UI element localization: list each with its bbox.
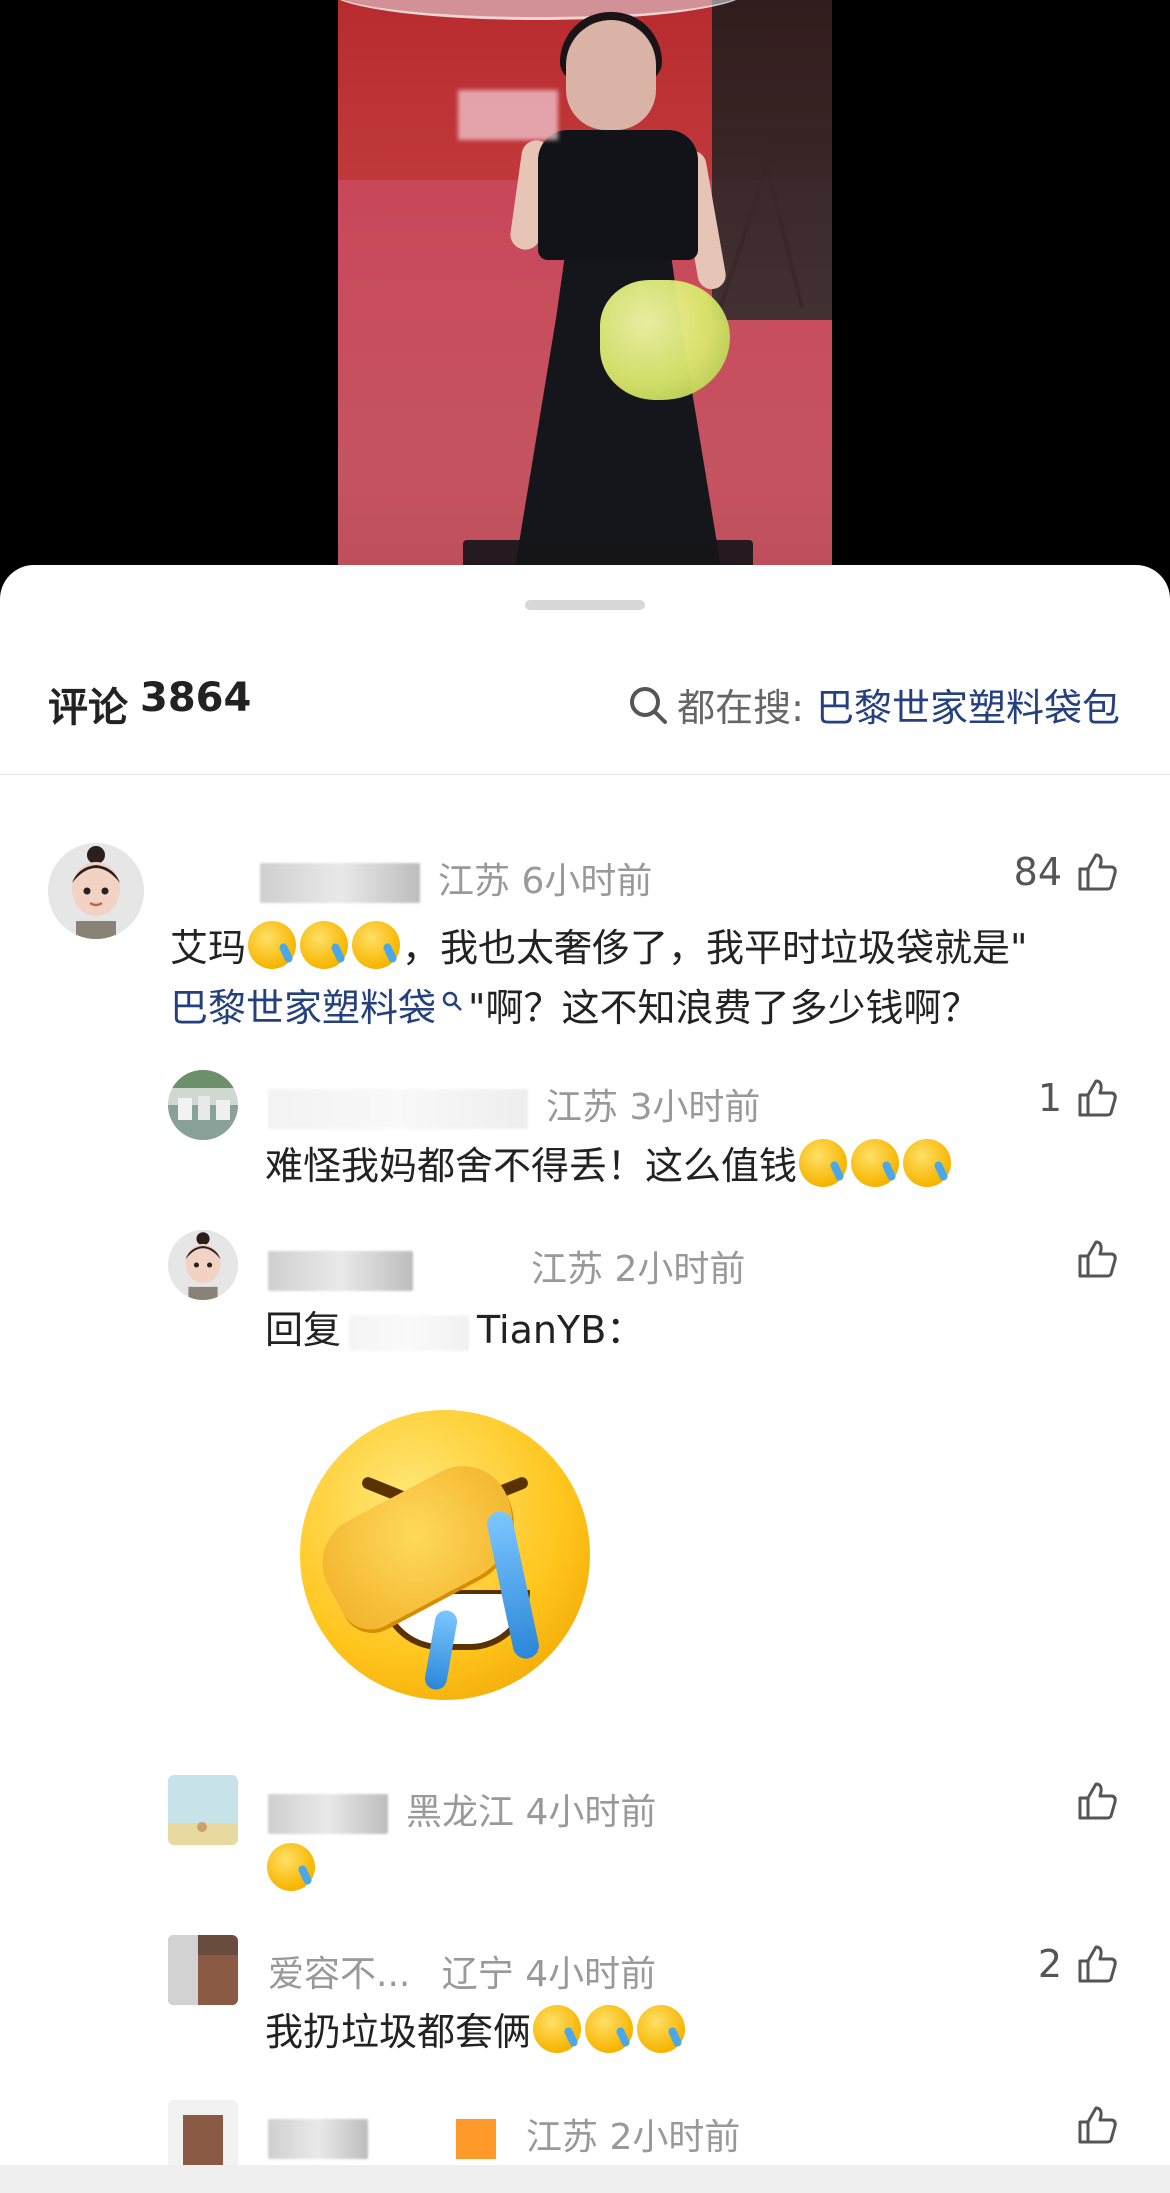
comment-location: 辽宁 <box>441 1954 514 1995</box>
comment-location: 黑龙江 <box>406 1792 515 1833</box>
badge-icon <box>456 2119 496 2159</box>
comment-time: 6小时前 <box>521 861 653 902</box>
search-link-text[interactable]: 巴黎世家塑料袋 <box>170 986 436 1030</box>
bottom-input-bar[interactable] <box>0 2165 1170 2193</box>
thumbs-up-icon <box>1078 1945 1117 1983</box>
comment-text-part: "啊？这不知浪费了多少钱啊？ <box>468 986 980 1030</box>
blurred-username <box>268 1089 528 1129</box>
like-button[interactable] <box>1076 2104 1118 2146</box>
comment-meta: 江苏 3小时前 <box>268 1078 760 1130</box>
comment-meta: 江苏 6小时前 <box>260 852 652 904</box>
blurred-username <box>260 863 420 903</box>
comment-label: 评论 <box>48 685 128 731</box>
dress-bodice <box>538 130 698 260</box>
comment-location: 江苏 <box>531 1249 604 1290</box>
comment-number: 3864 <box>140 675 252 721</box>
search-icon <box>630 686 668 724</box>
face <box>566 20 656 130</box>
comment-username[interactable]: 爱容不... <box>268 1954 410 1995</box>
video-frame[interactable] <box>338 0 832 600</box>
avatar-image <box>168 1230 238 1300</box>
comment-time: 2小时前 <box>614 1249 746 1290</box>
crying-laughing-emoji <box>267 1843 315 1891</box>
blurred-username <box>268 2119 368 2159</box>
like-button[interactable]: 84 <box>1014 850 1118 894</box>
crying-laughing-emoji <box>903 1139 952 1187</box>
crying-laughing-emoji <box>851 1139 900 1187</box>
comment-text: 我扔垃圾都套俩 <box>265 2002 687 2062</box>
drag-handle[interactable] <box>525 600 645 610</box>
comment-text: 难怪我妈都舍不得丢！这么值钱 <box>265 1136 953 1196</box>
comment-text <box>265 1840 317 1900</box>
comment-text: 艾玛 ，我也太奢侈了，我平时垃圾袋就是" 巴黎世家塑料袋 "啊？这不知浪费了多少钱啊… <box>170 918 1130 1038</box>
hot-search-term[interactable]: 巴黎世家塑料袋包 <box>816 677 1120 732</box>
blurred-username <box>349 1314 470 1351</box>
avatar-image <box>168 1775 238 1845</box>
avatar[interactable] <box>168 1775 238 1845</box>
crying-laughing-emoji <box>799 1139 848 1187</box>
video-player[interactable] <box>0 0 1170 600</box>
comment-time: 2小时前 <box>609 2117 741 2158</box>
thumbs-up-icon <box>1078 853 1117 891</box>
camera-equipment <box>712 0 832 320</box>
blurred-watermark <box>458 90 558 140</box>
comment-time: 4小时前 <box>525 1792 657 1833</box>
comment-header: 评论 3864 都在搜: 巴黎世家塑料袋包 <box>0 655 1170 775</box>
thumbs-up-icon <box>1078 2106 1117 2144</box>
like-count: 84 <box>1013 850 1062 894</box>
crying-laughing-emoji <box>300 921 349 969</box>
tripod-leg <box>763 161 805 309</box>
thumbs-up-icon <box>1078 1240 1117 1278</box>
search-icon <box>442 991 462 1011</box>
avatar[interactable] <box>168 1230 238 1300</box>
sticker-crying-laughing[interactable] <box>300 1410 590 1700</box>
comment-meta: 黑龙江 4小时前 <box>268 1783 656 1835</box>
like-count: 2 <box>1037 1942 1062 1986</box>
avatar[interactable] <box>48 843 144 939</box>
reply-prefix: 回复 <box>265 1308 342 1352</box>
hot-search-label: 都在搜: <box>677 686 804 730</box>
avatar[interactable] <box>168 1070 238 1140</box>
thumbs-up-icon <box>1078 1079 1117 1117</box>
tripod-leg <box>718 163 770 307</box>
crying-laughing-emoji <box>585 2005 634 2053</box>
like-count: 1 <box>1037 1076 1062 1120</box>
avatar-image <box>168 2100 238 2170</box>
avatar-image <box>48 843 144 939</box>
comment-meta: 江苏 2小时前 <box>268 1240 745 1292</box>
comment-time: 4小时前 <box>525 1954 657 1995</box>
avatar[interactable] <box>168 2100 238 2170</box>
reply-target[interactable]: TianYB： <box>477 1308 644 1352</box>
comment-location: 江苏 <box>526 2117 599 2158</box>
comment-text-part: 我扔垃圾都套俩 <box>265 2010 532 2054</box>
comment-text-part: ，我也太奢侈了，我平时垃圾袋就是" <box>402 926 1028 970</box>
comment-location: 江苏 <box>546 1087 619 1128</box>
avatar-image <box>168 1070 238 1140</box>
comment-meta: 江苏 2小时前 <box>268 2108 740 2160</box>
comment-meta: 爱容不... 辽宁 4小时前 <box>268 1945 656 1997</box>
like-button[interactable]: 1 <box>1038 1076 1118 1120</box>
hot-search[interactable]: 都在搜: 巴黎世家塑料袋包 <box>627 677 1120 732</box>
blurred-username <box>268 1251 413 1291</box>
like-button[interactable]: 2 <box>1038 1942 1118 1986</box>
crying-laughing-emoji <box>248 921 297 969</box>
like-button[interactable] <box>1076 1780 1118 1822</box>
avatar-image <box>168 1935 238 2005</box>
like-button[interactable] <box>1076 1238 1118 1280</box>
avatar[interactable] <box>168 1935 238 2005</box>
crying-laughing-emoji <box>533 2005 582 2053</box>
comment-count: 评论 3864 <box>48 675 251 733</box>
comment-location: 江苏 <box>438 861 511 902</box>
comment-time: 3小时前 <box>629 1087 761 1128</box>
blurred-username <box>268 1794 388 1834</box>
comment-text-part: 难怪我妈都舍不得丢！这么值钱 <box>265 1144 798 1188</box>
crying-laughing-emoji <box>637 2005 686 2053</box>
comment-text-part: 艾玛 <box>170 926 247 970</box>
search-link[interactable]: 巴黎世家塑料袋 <box>170 986 468 1030</box>
reply-text: 回复 TianYB： <box>265 1300 644 1360</box>
crying-laughing-emoji <box>352 921 401 969</box>
thumbs-up-icon <box>1078 1782 1117 1820</box>
